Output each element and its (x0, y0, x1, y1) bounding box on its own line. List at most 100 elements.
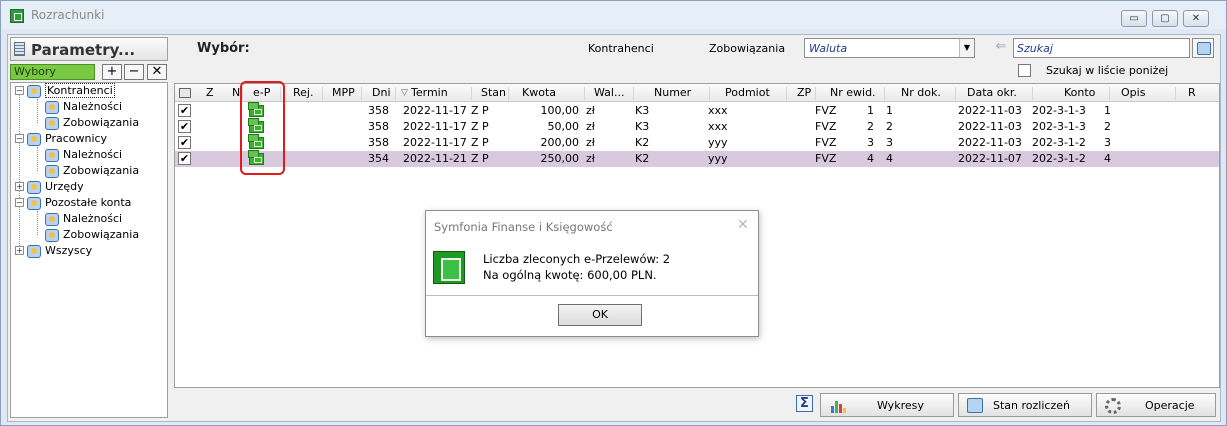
tree-item-urzedy[interactable]: Urzędy (27, 179, 84, 195)
wykresy-button[interactable]: Wykresy (820, 393, 954, 417)
operacje-button[interactable]: Operacje (1096, 393, 1216, 417)
tree-item-kontrahenci[interactable]: Kontrahenci (27, 83, 115, 99)
tree-item-naleznosci[interactable]: Należności (45, 211, 122, 227)
contacts-icon (45, 148, 59, 162)
cell-zp: FVZ (815, 136, 837, 149)
stan-rozliczen-label: Stan rozliczeń (993, 399, 1070, 412)
waluta-value: Waluta (809, 42, 848, 55)
tree-item-naleznosci[interactable]: Należności (45, 147, 122, 163)
col-n[interactable]: N (232, 86, 240, 99)
search-contacts-button[interactable] (1192, 38, 1214, 58)
col-dni[interactable]: Dni (372, 86, 391, 99)
tree-item-label: Zobowiązania (63, 228, 140, 241)
row-checkbox[interactable]: ✔ (178, 152, 191, 165)
waluta-select[interactable]: Waluta ▼ (804, 38, 975, 58)
tree-item-label: Kontrahenci (45, 83, 115, 98)
search-input[interactable]: Szukaj (1013, 38, 1190, 58)
cell-nr-dok: 4 (886, 152, 893, 165)
back-arrow-icon[interactable]: ⇐ (990, 38, 1012, 58)
tree-item-label: Należności (63, 148, 123, 161)
cell-waluta: zł (586, 104, 595, 117)
table-row[interactable]: ✔ 358 2022-11-17 Z P 50,00 zł K3 xxx FVZ… (175, 118, 1219, 135)
parametry-button[interactable]: Parametry... (10, 37, 168, 61)
row-checkbox[interactable]: ✔ (178, 120, 191, 133)
table-row[interactable]: ✔ 358 2022-11-17 Z P 200,00 zł K2 yyy FV… (175, 134, 1219, 151)
delete-wybor-button[interactable]: ✕ (147, 64, 167, 80)
table-row-selected[interactable]: ✔ 354 2022-11-21 Z P 250,00 zł K2 yyy FV… (175, 150, 1219, 167)
cell-numer: K3 (635, 120, 650, 133)
search-in-list-checkbox[interactable] (1018, 64, 1031, 77)
col-separator (815, 87, 816, 100)
tree-expander[interactable]: − (15, 86, 24, 95)
col-opis[interactable]: Opis (1121, 86, 1145, 99)
select-all-checkbox[interactable] (179, 88, 191, 98)
col-r[interactable]: R (1188, 86, 1196, 99)
close-button[interactable]: ✕ (1183, 10, 1209, 27)
col-stan[interactable]: Stan (481, 86, 506, 99)
col-konto[interactable]: Konto (1064, 86, 1095, 99)
col-data-okr[interactable]: Data okr. (967, 86, 1017, 99)
wybor-label: Wybór: (197, 41, 250, 56)
sigma-icon[interactable]: Σ (796, 395, 813, 412)
close-icon[interactable]: ✕ (737, 217, 749, 233)
tree-expander[interactable]: + (15, 182, 24, 191)
tree-item-zobowiazania[interactable]: Zobowiązania (45, 115, 139, 131)
contacts-icon (45, 164, 59, 178)
parametry-label: Parametry... (31, 41, 136, 59)
tree-item-zobowiazania[interactable]: Zobowiązania (45, 227, 139, 243)
col-podmiot[interactable]: Podmiot (725, 86, 770, 99)
dialog-message-amount: Na ogólną kwotę: 600,00 PLN. (483, 268, 657, 282)
row-checkbox[interactable]: ✔ (178, 136, 191, 149)
tree-expander[interactable]: + (15, 246, 24, 255)
row-checkbox[interactable]: ✔ (178, 104, 191, 117)
chevron-down-icon[interactable]: ▼ (959, 39, 974, 57)
contacts-icon (27, 244, 41, 258)
tree-item-naleznosci[interactable]: Należności (45, 99, 122, 115)
col-nr-dok[interactable]: Nr dok. (901, 86, 941, 99)
cell-waluta: zł (586, 136, 595, 149)
col-numer[interactable]: Numer (654, 86, 691, 99)
tree-item-pracownicy[interactable]: Pracownicy (27, 131, 107, 147)
col-separator (322, 87, 323, 100)
col-z[interactable]: Z (206, 86, 214, 99)
cell-dni: 358 (368, 120, 389, 133)
tree-item-zobowiazania[interactable]: Zobowiązania (45, 163, 139, 179)
cell-data-okr: 2022-11-07 (958, 152, 1022, 165)
add-wybor-button[interactable]: + (102, 64, 122, 80)
table-row[interactable]: ✔ 358 2022-11-17 Z P 100,00 zł K3 xxx FV… (175, 102, 1219, 119)
dialog-title: Symfonia Finanse i Księgowość (434, 220, 613, 234)
tree-item-pozostale-konta[interactable]: Pozostałe konta (27, 195, 131, 211)
cell-podmiot: yyy (708, 152, 728, 165)
col-separator (633, 87, 634, 100)
tree-item-wszyscy[interactable]: Wszyscy (27, 243, 92, 259)
gear-icon (1105, 398, 1121, 414)
wybory-tab[interactable]: Wybory (10, 64, 95, 80)
minimize-button[interactable]: ▭ (1121, 10, 1147, 27)
remove-wybor-button[interactable]: − (124, 64, 144, 80)
dialog-message-count: Liczba zleconych e-Przelewów: 2 (483, 252, 671, 266)
left-panel: Parametry... Wybory + − ✕ − Kontrahenci … (8, 35, 170, 421)
tree-item-label: Należności (63, 100, 123, 113)
zobowiazania-filter[interactable]: Zobowiązania (709, 42, 785, 55)
tree-expander[interactable]: − (15, 198, 24, 207)
col-nr-ewid[interactable]: Nr ewid. (830, 86, 876, 99)
cell-data-okr: 2022-11-03 (958, 104, 1022, 117)
col-separator (1109, 87, 1110, 100)
col-kwota[interactable]: Kwota (522, 86, 556, 99)
cell-konto: 202-3-1-3 (1032, 104, 1086, 117)
col-separator (709, 87, 710, 100)
cell-nr-ewid: 4 (867, 152, 874, 165)
cell-stan: Z P (471, 136, 489, 149)
ok-button[interactable]: OK (558, 304, 642, 326)
tree-expander[interactable]: − (15, 134, 24, 143)
cell-numer: K2 (635, 152, 650, 165)
col-termin[interactable]: Termin (411, 86, 448, 99)
col-mpp[interactable]: MPP (332, 86, 355, 99)
stan-rozliczen-button[interactable]: Stan rozliczeń (958, 393, 1092, 417)
col-rej[interactable]: Rej. (293, 86, 313, 99)
kontrahenci-filter[interactable]: Kontrahenci (588, 42, 654, 55)
col-waluta[interactable]: Wal... (594, 86, 624, 99)
col-zp[interactable]: ZP (797, 86, 811, 99)
wybory-tree: − Kontrahenci Należności Zobowiązania − … (10, 82, 168, 418)
maximize-button[interactable]: ▢ (1152, 10, 1178, 27)
